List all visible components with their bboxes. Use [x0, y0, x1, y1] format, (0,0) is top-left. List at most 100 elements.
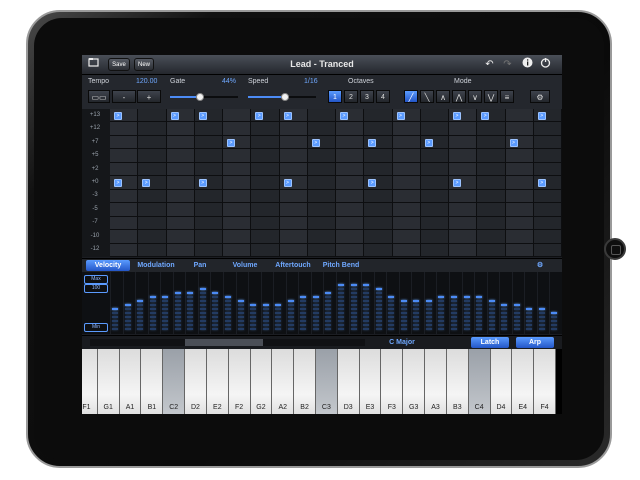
piano-keyboard[interactable]: F1 G1 A1 B1 C2 D2 E2 F2 G2 A2 B2 C3 D3 E3 F3 G3 A3 B3 C4 D4… — [82, 349, 562, 414]
mode-down-icon[interactable]: ╲ — [420, 90, 434, 103]
mode-downup-icon[interactable]: ∨ — [468, 90, 482, 103]
grid-cell[interactable] — [194, 203, 223, 217]
scale-selector[interactable]: C Major — [372, 336, 432, 349]
tab-modulation[interactable]: Modulation — [132, 260, 180, 271]
speed-slider[interactable] — [248, 93, 316, 101]
step-note[interactable]: > — [255, 111, 264, 120]
step-note[interactable]: > — [170, 111, 179, 120]
piano-key-g2[interactable]: G2 — [250, 349, 273, 414]
grid-cell[interactable] — [110, 230, 139, 244]
grid-cell[interactable] — [307, 109, 336, 123]
home-button[interactable] — [604, 238, 626, 260]
gate-slider[interactable] — [170, 93, 238, 101]
mode-updown-icon[interactable]: ∧ — [436, 90, 450, 103]
grid-cell[interactable] — [166, 122, 195, 136]
grid-cell[interactable] — [505, 203, 534, 217]
piano-key-f2[interactable]: F2 — [228, 349, 251, 414]
grid-cell[interactable] — [194, 243, 223, 257]
grid-cell[interactable] — [505, 243, 534, 257]
grid-cell[interactable] — [477, 216, 506, 231]
step-note[interactable]: > — [509, 138, 518, 147]
grid-cell[interactable] — [420, 189, 449, 204]
grid-cell[interactable] — [449, 162, 478, 177]
grid-cell[interactable] — [364, 109, 393, 123]
step-note[interactable]: > — [368, 179, 377, 187]
grid-cell[interactable] — [392, 135, 421, 150]
piano-key-d3[interactable]: D3 — [337, 349, 360, 414]
grid-cell[interactable] — [279, 216, 308, 231]
tab-pitch-bend[interactable]: Pitch Bend — [318, 260, 364, 271]
grid-cell[interactable] — [533, 243, 562, 257]
grid-cell[interactable] — [505, 122, 534, 136]
grid-cell[interactable] — [194, 122, 223, 136]
grid-cell[interactable] — [223, 243, 252, 257]
grid-cell[interactable] — [505, 189, 534, 204]
grid-cell[interactable] — [392, 189, 421, 204]
grid-cell[interactable] — [110, 122, 139, 136]
grid-cell[interactable] — [223, 122, 252, 136]
piano-key-f1[interactable]: F1 — [82, 349, 98, 414]
grid-cell[interactable] — [166, 203, 195, 217]
grid-cell[interactable] — [364, 203, 393, 217]
piano-key-d4[interactable]: D4 — [490, 349, 513, 414]
grid-cell[interactable] — [336, 216, 365, 231]
grid-cell[interactable] — [251, 203, 280, 217]
step-note[interactable]: > — [340, 111, 348, 120]
grid-cell[interactable] — [477, 135, 506, 150]
grid-cell[interactable] — [477, 189, 506, 204]
grid-cell[interactable] — [449, 203, 478, 217]
mode-up-icon[interactable]: ╱ — [404, 90, 418, 103]
grid-cell[interactable] — [138, 216, 167, 231]
grid-cell[interactable] — [138, 230, 167, 244]
piano-key-c3[interactable]: C3 — [316, 349, 338, 414]
grid-cell[interactable] — [420, 243, 449, 257]
piano-key-e4[interactable]: E4 — [512, 349, 535, 414]
grid-cell[interactable] — [336, 243, 365, 257]
grid-cell[interactable] — [166, 135, 195, 150]
grid-cell[interactable] — [364, 189, 393, 204]
piano-key-a3[interactable]: A3 — [425, 349, 447, 414]
grid-cell[interactable] — [223, 203, 252, 217]
grid-cell[interactable] — [420, 122, 449, 136]
grid-cell[interactable] — [307, 243, 336, 257]
gate-slider-knob[interactable] — [195, 93, 204, 101]
grid-cell[interactable] — [138, 243, 167, 257]
grid-cell[interactable] — [110, 162, 139, 177]
grid-cell[interactable] — [533, 162, 562, 177]
step-note[interactable]: > — [227, 138, 235, 147]
octave-button-1[interactable]: 1 — [328, 90, 342, 103]
grid-cell[interactable] — [392, 216, 421, 231]
grid-cell[interactable] — [223, 149, 252, 163]
grid-cell[interactable] — [477, 203, 506, 217]
grid-cell[interactable] — [420, 216, 449, 231]
piano-key-e2[interactable]: E2 — [206, 349, 229, 414]
speed-slider-knob[interactable] — [281, 93, 290, 101]
grid-cell[interactable] — [251, 135, 280, 150]
grid-cell[interactable] — [307, 122, 336, 136]
grid-cell[interactable] — [307, 176, 336, 190]
grid-cell[interactable] — [194, 216, 223, 231]
grid-cell[interactable] — [420, 162, 449, 177]
grid-cell[interactable] — [477, 149, 506, 163]
grid-cell[interactable] — [194, 189, 223, 204]
grid-cell[interactable] — [138, 122, 167, 136]
grid-cell[interactable] — [166, 162, 195, 177]
grid-cell[interactable] — [477, 230, 506, 244]
tempo-plus-button[interactable]: + — [137, 90, 161, 103]
grid-cell[interactable] — [307, 203, 336, 217]
latch-button[interactable]: Latch — [471, 337, 509, 348]
arp-button[interactable]: Arp — [516, 337, 554, 348]
keyboard-scrollbar[interactable] — [90, 339, 365, 346]
grid-cell[interactable] — [505, 149, 534, 163]
octave-button-4[interactable]: 4 — [376, 90, 390, 103]
grid-cell[interactable] — [166, 243, 195, 257]
tap-tempo-button[interactable]: ▭▭ — [88, 90, 110, 103]
grid-cell[interactable] — [449, 189, 478, 204]
piano-key-b2[interactable]: B2 — [294, 349, 316, 414]
grid-cell[interactable] — [392, 176, 421, 190]
grid-cell[interactable] — [110, 135, 139, 150]
piano-key-f4[interactable]: F4 — [534, 349, 556, 414]
grid-cell[interactable] — [533, 122, 562, 136]
step-note[interactable]: > — [283, 111, 292, 120]
grid-cell[interactable] — [533, 135, 562, 150]
